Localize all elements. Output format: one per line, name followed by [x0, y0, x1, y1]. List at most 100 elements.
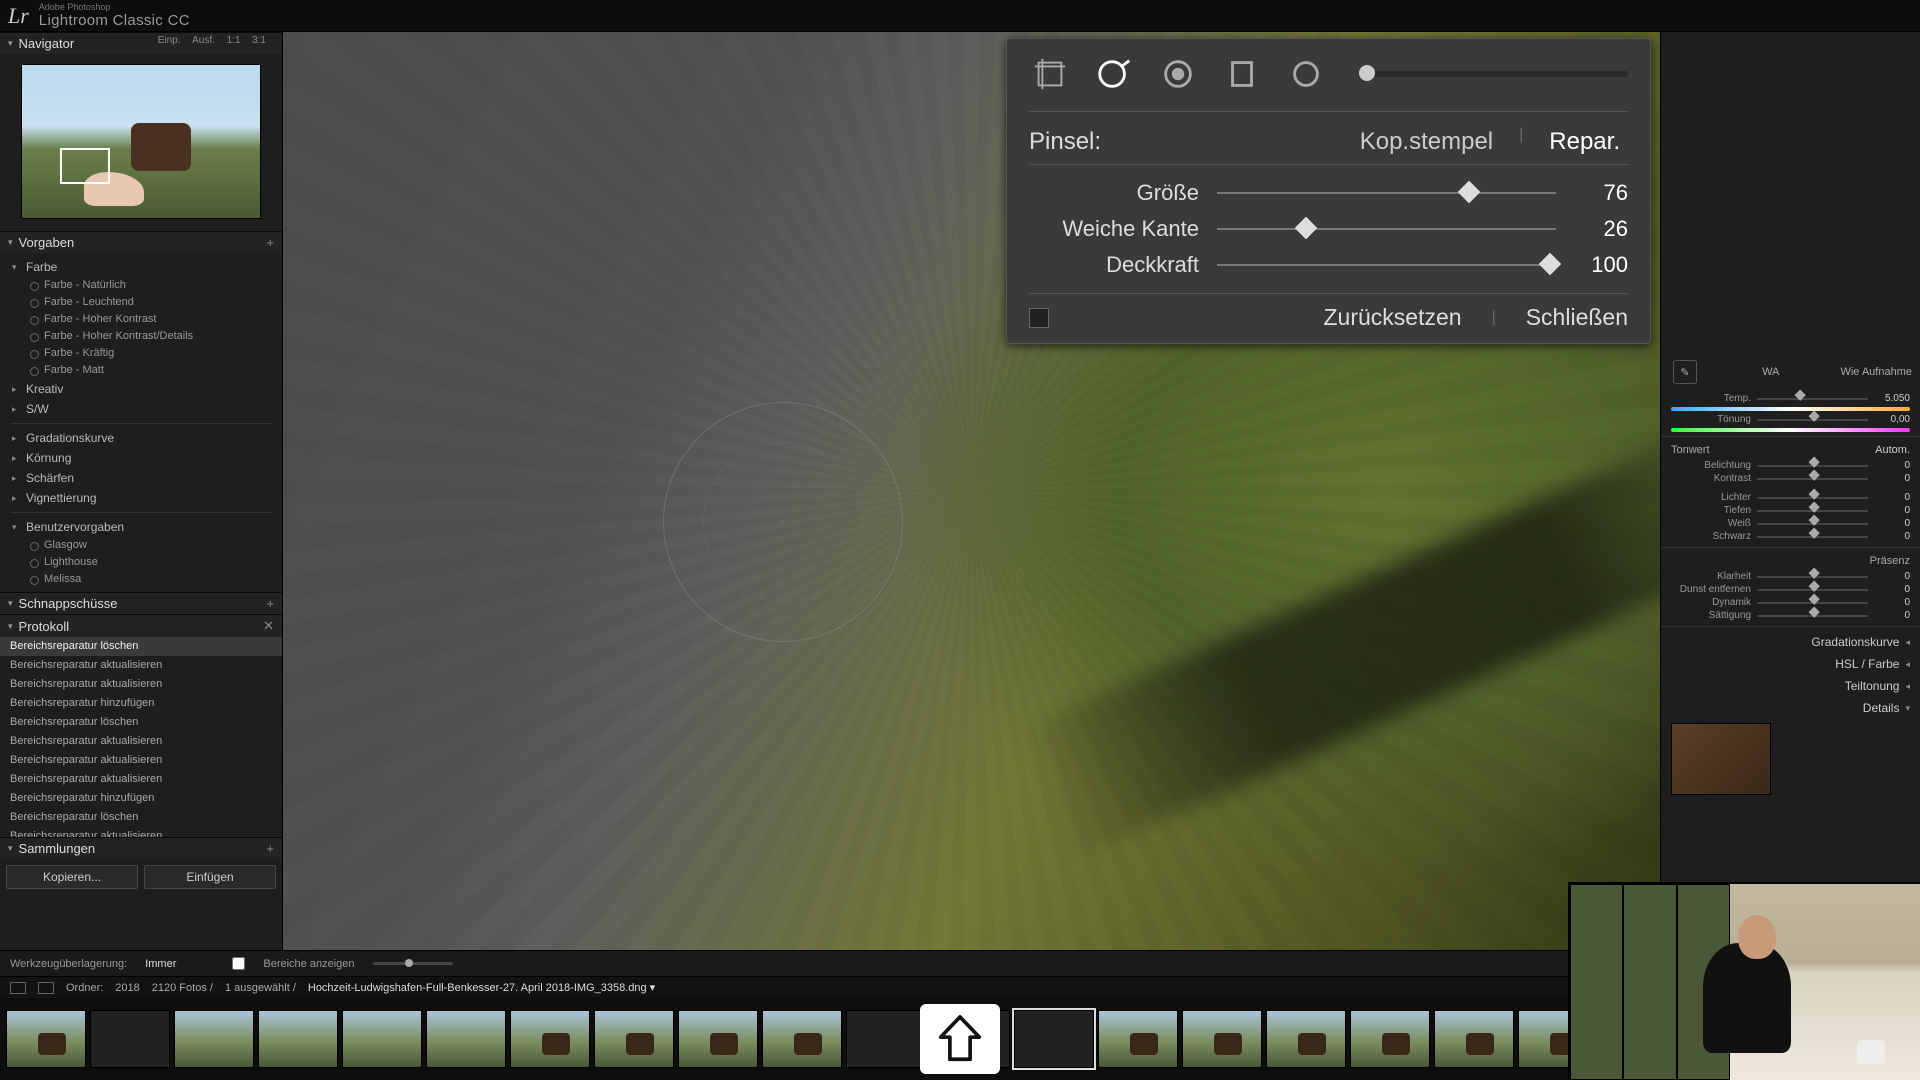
saturation-value[interactable]: 0 [1874, 610, 1910, 621]
vibrance-slider[interactable] [1757, 602, 1868, 604]
presets-add-icon[interactable]: + [266, 235, 274, 250]
info-filename[interactable]: Hochzeit-Ludwigshafen-Full-Benkesser-27.… [308, 981, 655, 994]
shadows-value[interactable]: 0 [1874, 505, 1910, 516]
filmstrip-thumb[interactable] [1098, 1010, 1178, 1068]
history-item[interactable]: Bereichsreparatur aktualisieren [0, 751, 282, 770]
image-canvas[interactable]: Pinsel: Kop.stempel | Repar. Größe 76 We… [283, 32, 1660, 950]
filmstrip-thumb[interactable] [1434, 1010, 1514, 1068]
graduated-filter-tool-icon[interactable] [1221, 53, 1263, 95]
history-item[interactable]: Bereichsreparatur hinzufügen [0, 789, 282, 808]
history-item[interactable]: Bereichsreparatur aktualisieren [0, 770, 282, 789]
clone-mode-button[interactable]: Kop.stempel [1352, 126, 1501, 158]
preset-user-group[interactable]: Benutzervorgaben [0, 517, 282, 537]
opacity-value[interactable]: 100 [1574, 252, 1628, 278]
blacks-slider[interactable] [1757, 536, 1868, 538]
preset-group[interactable]: Kreativ [0, 379, 282, 399]
filmstrip-thumb[interactable] [846, 1010, 926, 1068]
navigator-header[interactable]: ▾ Navigator Einp. Ausf. 1:1 3:1 [0, 32, 282, 54]
history-item[interactable]: Bereichsreparatur aktualisieren [0, 656, 282, 675]
snapshots-add-icon[interactable]: + [266, 596, 274, 611]
redeye-tool-icon[interactable] [1157, 53, 1199, 95]
vibrance-value[interactable]: 0 [1874, 597, 1910, 608]
section-tonecurve[interactable]: Gradationskurve◂ [1661, 631, 1920, 653]
history-clear-icon[interactable]: ✕ [263, 618, 274, 634]
crop-tool-icon[interactable] [1029, 53, 1071, 95]
highlights-value[interactable]: 0 [1874, 492, 1910, 503]
filmstrip-thumb[interactable] [174, 1010, 254, 1068]
preset-item[interactable]: Farbe - Leuchtend [0, 294, 282, 311]
contrast-value[interactable]: 0 [1874, 473, 1910, 484]
history-item[interactable]: Bereichsreparatur aktualisieren [0, 732, 282, 751]
clarity-slider[interactable] [1757, 576, 1868, 578]
section-details[interactable]: Details▾ [1661, 697, 1920, 719]
filmstrip-thumb[interactable] [1350, 1010, 1430, 1068]
preset-group[interactable]: Vignettierung [0, 488, 282, 508]
exposure-value[interactable]: 0 [1874, 460, 1910, 471]
filmstrip-thumb[interactable] [426, 1010, 506, 1068]
navigator-thumbnail[interactable] [21, 64, 261, 219]
navigator-zoom-31[interactable]: 3:1 [252, 35, 274, 46]
preset-item[interactable]: Farbe - Natürlich [0, 277, 282, 294]
tint-value[interactable]: 0,00 [1874, 414, 1910, 425]
show-areas-checkbox[interactable] [232, 957, 245, 970]
history-item[interactable]: Bereichsreparatur löschen [0, 637, 282, 656]
grid-view-icon[interactable] [10, 982, 26, 994]
navigator-zoom-11[interactable]: 1:1 [227, 35, 249, 46]
history-header[interactable]: ▾ Protokoll ✕ [0, 614, 282, 637]
preset-group[interactable]: Körnung [0, 448, 282, 468]
panel-toggle-checkbox[interactable] [1029, 308, 1049, 328]
close-button[interactable]: Schließen [1526, 304, 1628, 331]
history-item[interactable]: Bereichsreparatur löschen [0, 713, 282, 732]
preset-item[interactable]: Farbe - Kräftig [0, 345, 282, 362]
section-hsl[interactable]: HSL / Farbe◂ [1661, 653, 1920, 675]
filmstrip-thumb[interactable] [594, 1010, 674, 1068]
radial-filter-tool-icon[interactable] [1285, 53, 1327, 95]
preset-item[interactable]: Farbe - Hoher Kontrast [0, 311, 282, 328]
navigator-zoom-fill[interactable]: Ausf. [192, 35, 223, 46]
visualize-spots-slider[interactable] [373, 962, 453, 965]
whites-value[interactable]: 0 [1874, 518, 1910, 529]
spot-removal-tool-icon[interactable] [1093, 53, 1135, 95]
heal-mode-button[interactable]: Repar. [1541, 126, 1628, 158]
temp-slider[interactable] [1757, 398, 1868, 400]
preset-group[interactable]: S/W [0, 399, 282, 419]
filmstrip-thumb[interactable] [1266, 1010, 1346, 1068]
preset-group[interactable]: Schärfen [0, 468, 282, 488]
filmstrip-thumb[interactable] [342, 1010, 422, 1068]
detail-preview[interactable] [1671, 723, 1771, 795]
section-splittone[interactable]: Teiltonung◂ [1661, 675, 1920, 697]
info-folder[interactable]: 2018 [115, 982, 139, 994]
filmstrip-thumb[interactable] [258, 1010, 338, 1068]
preset-item[interactable]: Farbe - Matt [0, 362, 282, 379]
secondary-window-icon[interactable] [38, 982, 54, 994]
tint-slider[interactable] [1757, 419, 1868, 421]
filmstrip-thumb[interactable] [678, 1010, 758, 1068]
clarity-value[interactable]: 0 [1874, 571, 1910, 582]
preset-item[interactable]: Glasgow [0, 537, 282, 554]
navigator-viewport-rect[interactable] [60, 148, 110, 184]
history-item[interactable]: Bereichsreparatur aktualisieren [0, 675, 282, 694]
history-item[interactable]: Bereichsreparatur aktualisieren [0, 827, 282, 837]
dehaze-value[interactable]: 0 [1874, 584, 1910, 595]
auto-tone-button[interactable]: Autom. [1875, 444, 1910, 456]
saturation-slider[interactable] [1757, 615, 1868, 617]
snapshots-header[interactable]: ▾ Schnappschüsse + [0, 592, 282, 614]
filmstrip-thumb[interactable] [762, 1010, 842, 1068]
collections-header[interactable]: ▾ Sammlungen + [0, 837, 282, 859]
shadows-slider[interactable] [1757, 510, 1868, 512]
white-balance-picker-icon[interactable]: ✎ [1673, 360, 1697, 384]
preset-item[interactable]: Farbe - Hoher Kontrast/Details [0, 328, 282, 345]
blacks-value[interactable]: 0 [1874, 531, 1910, 542]
presets-header[interactable]: ▾ Vorgaben + [0, 231, 282, 253]
filmstrip-thumb[interactable] [1014, 1010, 1094, 1068]
reset-button[interactable]: Zurücksetzen [1324, 304, 1462, 331]
size-slider[interactable] [1217, 192, 1556, 194]
temp-value[interactable]: 5.050 [1874, 393, 1910, 404]
preset-item[interactable]: Lighthouse [0, 554, 282, 571]
filmstrip-thumb[interactable] [90, 1010, 170, 1068]
history-item[interactable]: Bereichsreparatur hinzufügen [0, 694, 282, 713]
contrast-slider[interactable] [1757, 478, 1868, 480]
preset-item[interactable]: Melissa [0, 571, 282, 588]
history-item[interactable]: Bereichsreparatur löschen [0, 808, 282, 827]
navigator-zoom-fit[interactable]: Einp. [158, 35, 189, 46]
